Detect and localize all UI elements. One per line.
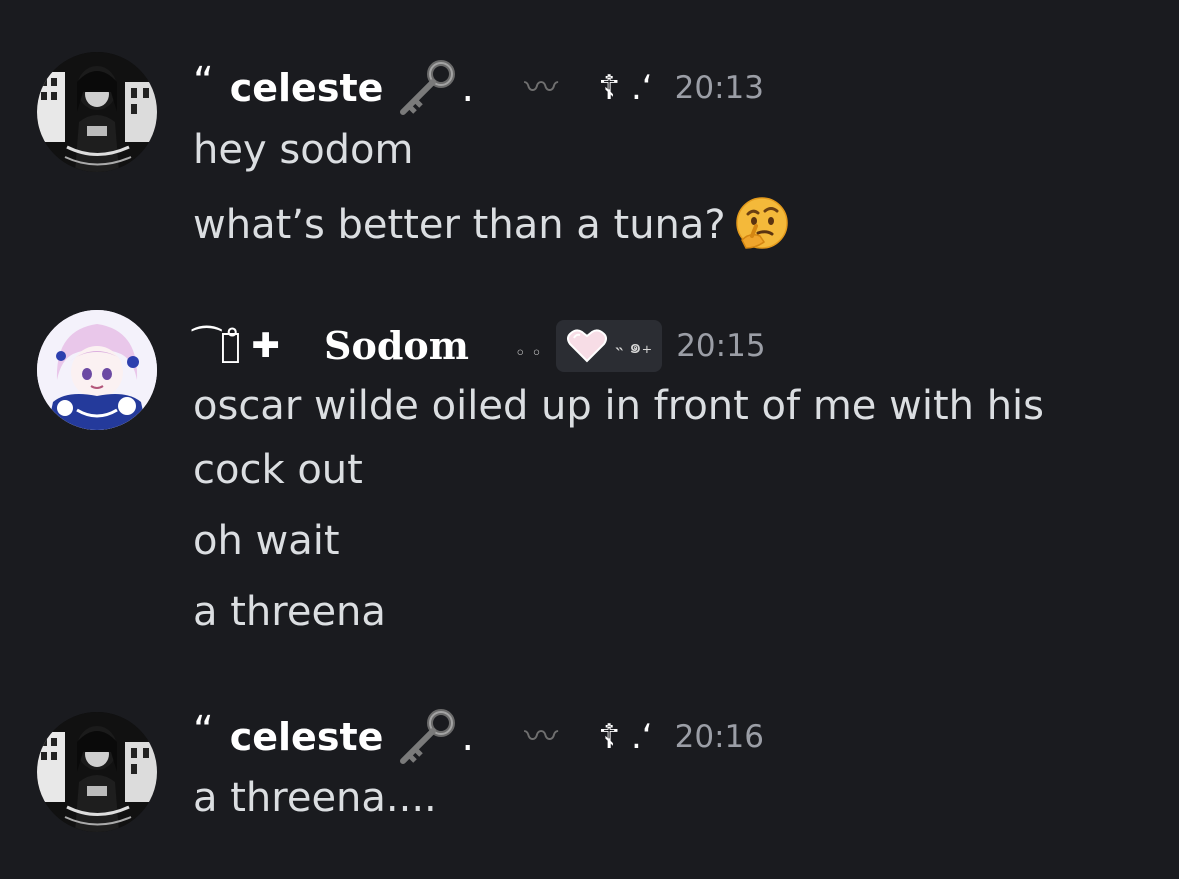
message-header: “ celeste . 〰 ☦ .‘ 20:16: [193, 702, 764, 772]
message-text: oh wait: [193, 518, 340, 564]
message-text-content: what’s better than a tuna?: [193, 202, 726, 248]
username[interactable]: celeste: [230, 69, 384, 107]
key-icon: [395, 707, 459, 767]
username-wave: 〰: [524, 68, 559, 108]
username-wave: 〰: [524, 717, 559, 757]
timestamp[interactable]: 20:16: [675, 721, 764, 753]
message-text: hey sodom: [193, 127, 414, 173]
message-header: ⁀꒱̊ ✚ Sodom ◦ ◦ ˵ ๑₊ 20:15: [193, 311, 766, 381]
message-text: what’s better than a tuna?: [193, 196, 790, 252]
pink-heart-icon: [566, 328, 608, 364]
avatar-celeste-image: [37, 52, 157, 172]
message-text: cock out: [193, 447, 363, 493]
avatar-celeste-image: [37, 712, 157, 832]
message-header: “ celeste . 〰 ☦ .‘ 20:13: [193, 53, 764, 123]
username-dot: .: [461, 714, 475, 760]
username[interactable]: Sodom: [324, 327, 469, 365]
avatar-sodom-image: [37, 310, 157, 430]
avatar-sodom[interactable]: [37, 310, 157, 430]
username-prefix: “: [193, 708, 214, 754]
username-cross: ☦ .‘: [598, 717, 653, 757]
avatar-celeste[interactable]: [37, 52, 157, 172]
timestamp[interactable]: 20:13: [675, 72, 764, 104]
role-badge[interactable]: ˵ ๑₊: [555, 320, 663, 372]
username[interactable]: celeste: [230, 718, 384, 756]
message-text: oscar wilde oiled up in front of me with…: [193, 383, 1044, 429]
timestamp[interactable]: 20:15: [676, 330, 765, 362]
message-text: a threena: [193, 589, 386, 635]
username-prefix: ⁀꒱̊ ✚: [193, 326, 281, 366]
username-cross: ☦ .‘: [598, 68, 653, 108]
avatar-celeste[interactable]: [37, 712, 157, 832]
thinking-face-icon: [734, 196, 790, 252]
key-icon: [395, 58, 459, 118]
username-dot: .: [461, 65, 475, 111]
message-text: a threena....: [193, 775, 437, 821]
badge-text: ˵ ๑₊: [615, 334, 653, 358]
username-dots: ◦ ◦: [514, 343, 542, 364]
username-prefix: “: [193, 59, 214, 105]
